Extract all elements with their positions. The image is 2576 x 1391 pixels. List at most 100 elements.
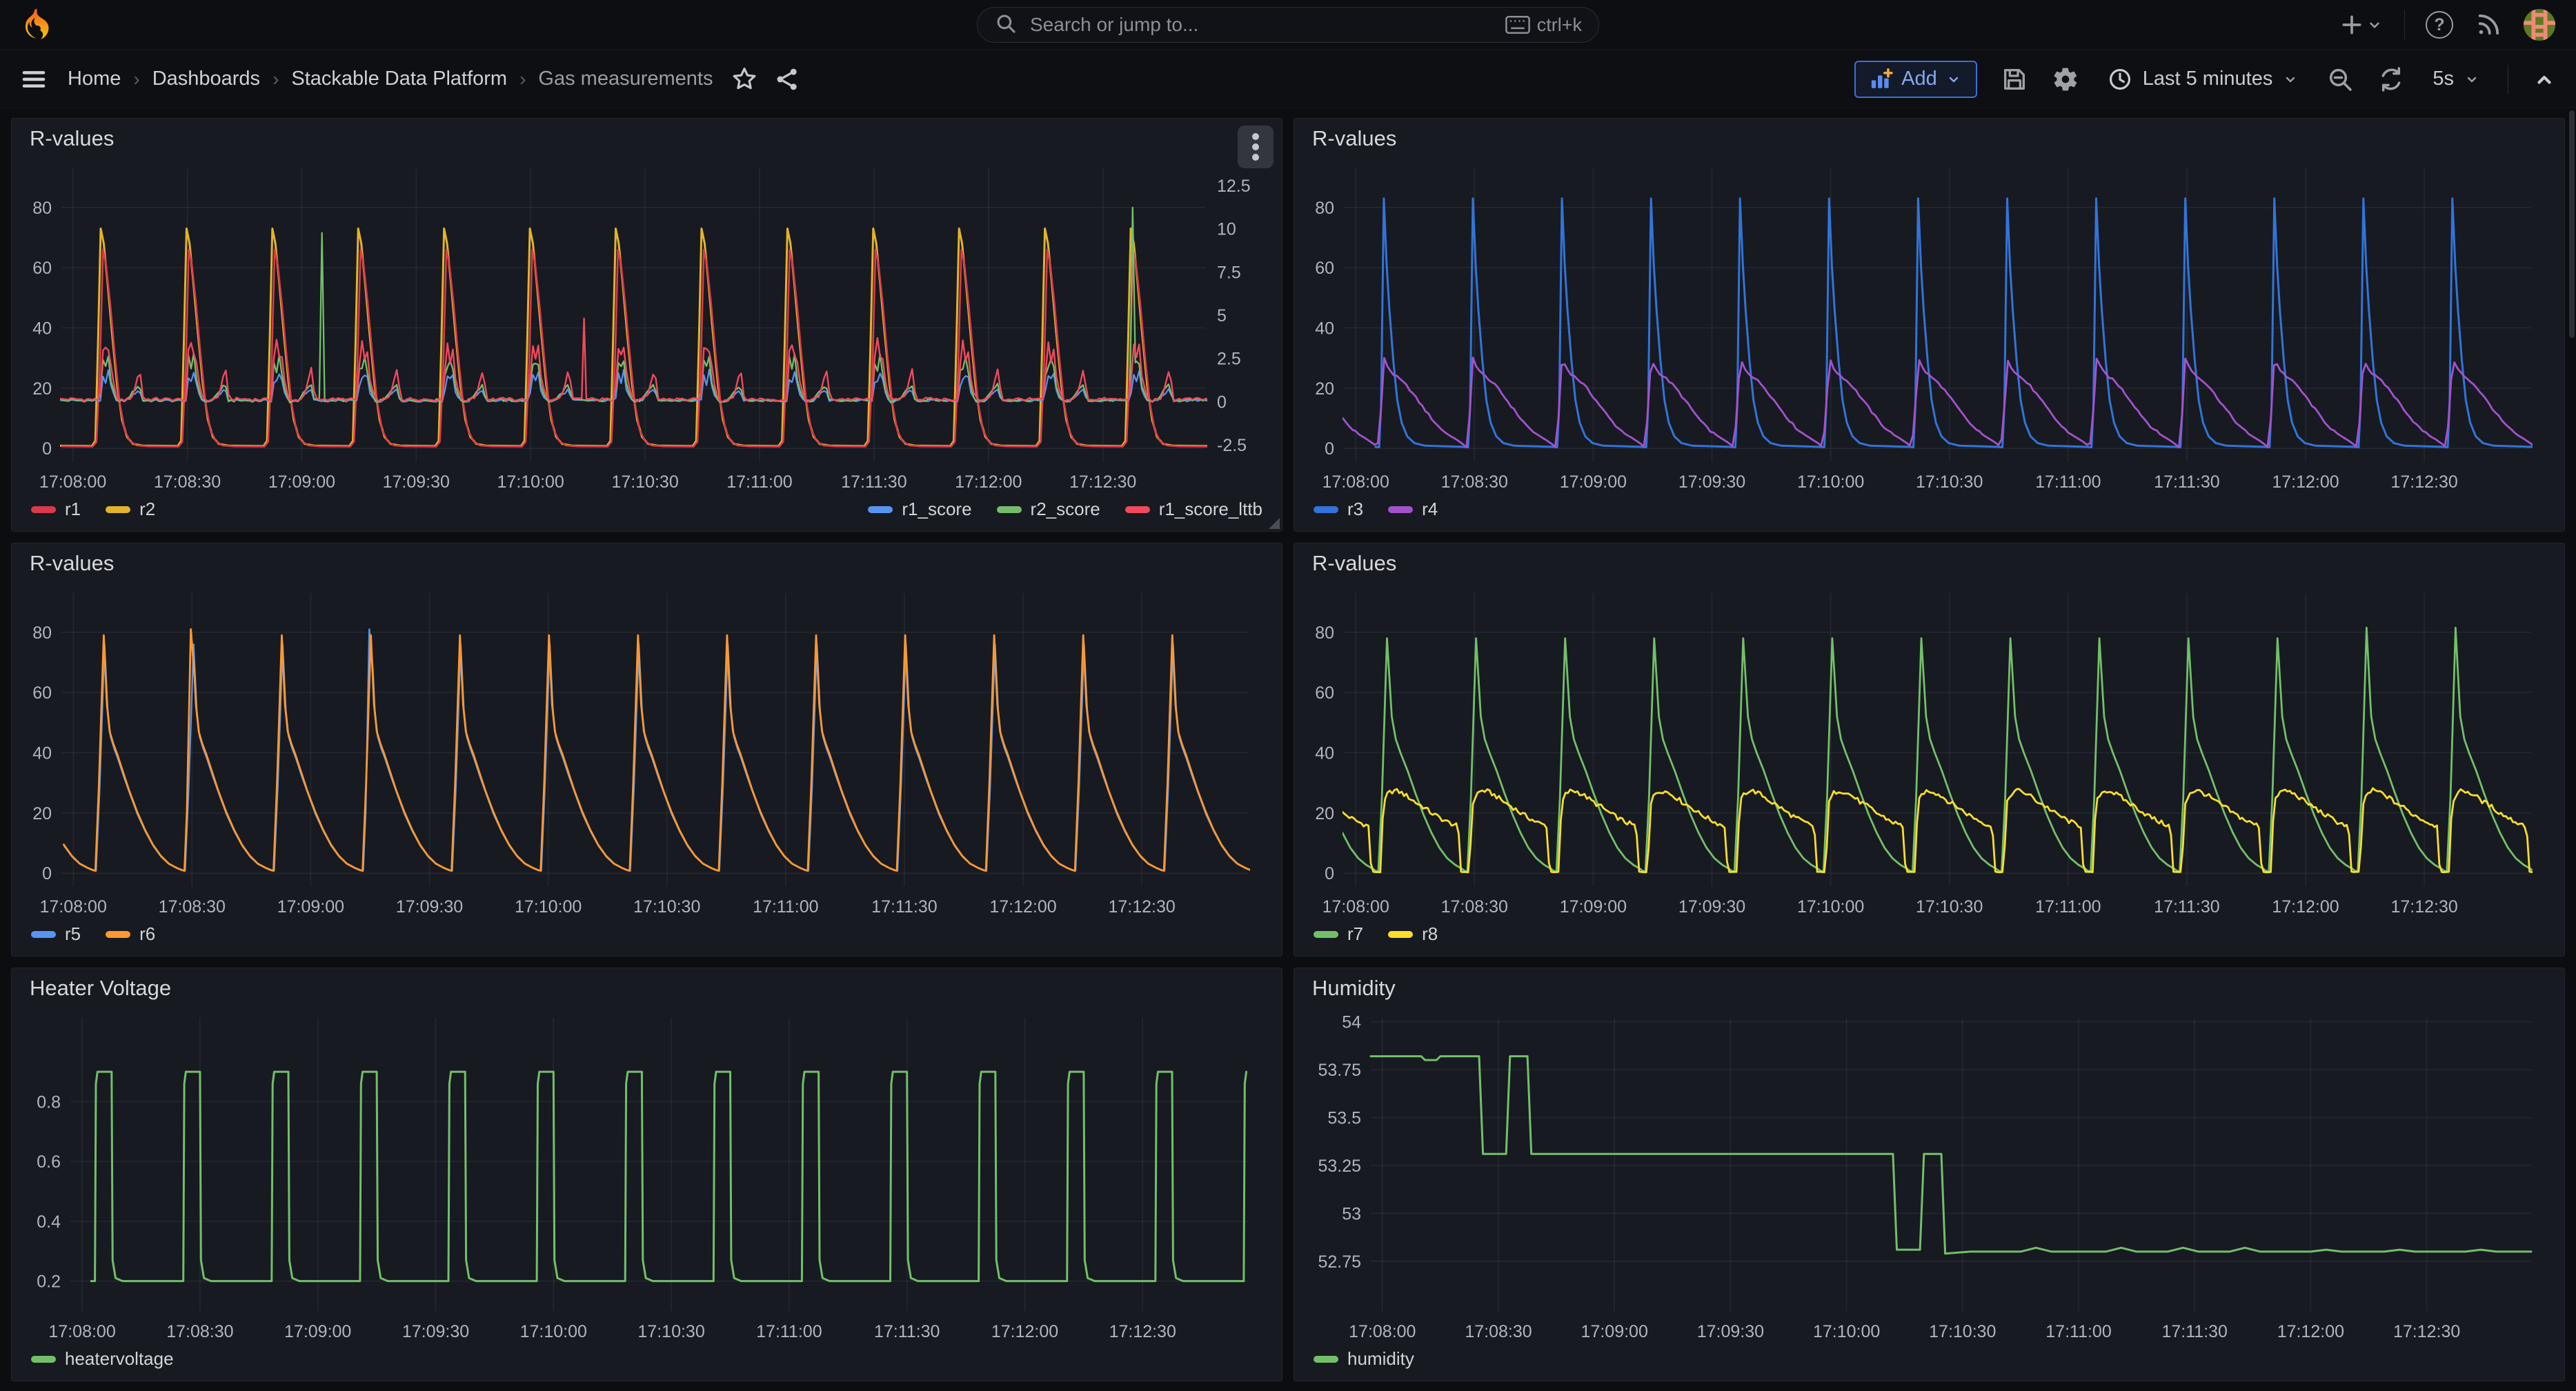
legend-item-r1_score[interactable]: r1_score xyxy=(868,499,971,520)
panel-title[interactable]: R-values xyxy=(1312,126,1396,151)
chart-humidity[interactable]: 52.755353.2553.553.755417:08:0017:08:301… xyxy=(1309,1008,2549,1345)
chart-heater-voltage[interactable]: 0.20.40.60.817:08:0017:08:3017:09:0017:0… xyxy=(27,1008,1267,1345)
panel-plot-area[interactable]: 02040608017:08:0017:08:3017:09:0017:09:3… xyxy=(27,583,1267,921)
panel-title[interactable]: Heater Voltage xyxy=(30,976,171,1001)
search-icon xyxy=(994,12,1018,39)
scrollbar[interactable] xyxy=(2569,110,2575,1352)
legend-item-r2[interactable]: r2 xyxy=(106,499,155,520)
panel-title[interactable]: R-values xyxy=(30,126,114,151)
mega-menu-toggle[interactable] xyxy=(19,65,48,94)
zoom-out-icon xyxy=(2326,66,2354,93)
legend-item-r1_score_lttb[interactable]: r1_score_lttb xyxy=(1125,499,1262,520)
dashboard-settings-button[interactable] xyxy=(2052,66,2079,93)
breadcrumb-folder[interactable]: Stackable Data Platform xyxy=(291,68,507,90)
panel-plot-area[interactable]: 0.20.40.60.817:08:0017:08:3017:09:0017:0… xyxy=(27,1008,1267,1345)
legend-label: r1 xyxy=(65,499,81,520)
series-r5 xyxy=(64,629,1251,870)
news-button[interactable] xyxy=(2474,10,2503,39)
legend-item-r8[interactable]: r8 xyxy=(1388,923,1438,945)
y-axis-tick-label: 0 xyxy=(42,864,52,883)
x-axis-tick-label: 17:12:30 xyxy=(1069,472,1136,492)
y-right-axis-tick-label: 10 xyxy=(1217,220,1236,239)
search-input[interactable] xyxy=(1029,13,1494,37)
panel-plot-area[interactable]: 02040608017:08:0017:08:3017:09:0017:09:3… xyxy=(1309,583,2549,921)
panel-plot-area[interactable]: 52.755353.2553.553.755417:08:0017:08:301… xyxy=(1309,1008,2549,1345)
x-axis-tick-label: 17:09:00 xyxy=(277,897,344,917)
top-nav-left xyxy=(21,8,977,42)
panel-title[interactable]: Humidity xyxy=(1312,976,1396,1001)
avatar[interactable] xyxy=(2524,9,2555,41)
y-axis-tick-label: 80 xyxy=(1315,199,1334,218)
y-axis-tick-label: 40 xyxy=(1315,319,1334,339)
panel-title[interactable]: R-values xyxy=(30,551,114,576)
collapse-toolbar-button[interactable] xyxy=(2532,67,2557,92)
panel-r-values-2: R-values02040608017:08:0017:08:3017:09:0… xyxy=(1294,118,2565,532)
x-axis-tick-label: 17:12:00 xyxy=(2272,897,2339,917)
x-axis-tick-label: 17:11:30 xyxy=(874,1322,940,1341)
x-axis-tick-label: 17:12:00 xyxy=(2272,472,2339,492)
zoom-out-button[interactable] xyxy=(2326,66,2354,93)
legend-label: r4 xyxy=(1422,499,1438,520)
add-panel-icon xyxy=(1870,68,1893,91)
toolbar-actions: Add Last 5 minutes xyxy=(1854,61,2557,98)
panel-title[interactable]: R-values xyxy=(1312,551,1396,576)
help-button[interactable]: ? xyxy=(2426,11,2453,39)
y-right-axis-tick-label: 12.5 xyxy=(1217,177,1251,196)
y-right-axis-tick-label: -2.5 xyxy=(1217,436,1247,455)
legend-label: r1_score xyxy=(902,499,971,520)
add-panel-button[interactable]: Add xyxy=(1854,61,1977,98)
legend-item-r4[interactable]: r4 xyxy=(1388,499,1438,520)
legend-item-r3[interactable]: r3 xyxy=(1314,499,1363,520)
chart-r-values-1[interactable]: 02040608012.5107.552.50-2.517:08:0017:08… xyxy=(27,159,1267,496)
clock-icon xyxy=(2107,66,2133,92)
legend-item-r7[interactable]: r7 xyxy=(1314,923,1363,945)
breadcrumb-home[interactable]: Home xyxy=(68,68,121,90)
legend-swatch xyxy=(1388,931,1413,938)
legend-item-r2_score[interactable]: r2_score xyxy=(997,499,1100,520)
time-range-picker[interactable]: Last 5 minutes xyxy=(2103,66,2303,93)
plus-icon xyxy=(2338,11,2366,39)
x-axis-tick-label: 17:12:00 xyxy=(991,1322,1058,1341)
top-nav-right: ? xyxy=(1599,9,2555,41)
y-axis-tick-label: 80 xyxy=(32,623,52,643)
chart-r-values-4[interactable]: 02040608017:08:0017:08:3017:09:0017:09:3… xyxy=(1309,583,2549,921)
y-axis-tick-label: 52.75 xyxy=(1318,1252,1361,1272)
legend-item-r1[interactable]: r1 xyxy=(31,499,81,520)
grafana-logo[interactable] xyxy=(21,8,52,42)
y-axis-tick-label: 0 xyxy=(1325,864,1334,883)
help-icon: ? xyxy=(2426,11,2453,39)
chart-r-values-2[interactable]: 02040608017:08:0017:08:3017:09:0017:09:3… xyxy=(1309,159,2549,496)
save-dashboard-button[interactable] xyxy=(2001,66,2028,93)
share-button[interactable] xyxy=(773,66,801,93)
y-axis-tick-label: 0 xyxy=(1325,439,1334,459)
chart-r-values-3[interactable]: 02040608017:08:0017:08:3017:09:0017:09:3… xyxy=(27,583,1267,921)
global-search[interactable]: ctrl+k xyxy=(977,7,1599,43)
x-axis-tick-label: 17:10:30 xyxy=(1929,1322,1996,1341)
favorite-button[interactable] xyxy=(731,66,758,93)
legend-item-humidity[interactable]: humidity xyxy=(1314,1348,1414,1370)
breadcrumb: Home › Dashboards › Stackable Data Platf… xyxy=(68,68,713,90)
breadcrumb-dashboards[interactable]: Dashboards xyxy=(152,68,260,90)
series-humidity xyxy=(1371,1057,2531,1254)
y-right-axis-tick-label: 0 xyxy=(1217,392,1227,412)
panel-plot-area[interactable]: 02040608012.5107.552.50-2.517:08:0017:08… xyxy=(27,159,1267,496)
legend-item-r5[interactable]: r5 xyxy=(31,923,81,945)
y-right-axis-tick-label: 2.5 xyxy=(1217,350,1241,369)
x-axis-tick-label: 17:08:30 xyxy=(1441,897,1508,917)
y-axis-tick-label: 20 xyxy=(32,379,52,399)
keyboard-icon xyxy=(1505,15,1530,34)
panel-plot-area[interactable]: 02040608017:08:0017:08:3017:09:0017:09:3… xyxy=(1309,159,2549,496)
y-right-axis-tick-label: 7.5 xyxy=(1217,263,1241,282)
legend-item-r6[interactable]: r6 xyxy=(106,923,155,945)
legend-group: r3 r4 xyxy=(1314,499,1438,520)
legend-item-heatervoltage[interactable]: heatervoltage xyxy=(31,1348,174,1370)
y-axis-tick-label: 0 xyxy=(42,439,52,459)
refresh-button[interactable] xyxy=(2377,66,2405,93)
new-dropdown-button[interactable] xyxy=(2338,11,2384,39)
scrollbar-thumb[interactable] xyxy=(2569,110,2575,338)
panel-resize-handle[interactable] xyxy=(1267,517,1280,529)
x-axis-tick-label: 17:11:30 xyxy=(841,472,906,492)
gear-icon xyxy=(2052,66,2079,93)
refresh-interval-picker[interactable]: 5s xyxy=(2428,67,2484,91)
top-nav-bar: ctrl+k ? xyxy=(0,0,2576,50)
